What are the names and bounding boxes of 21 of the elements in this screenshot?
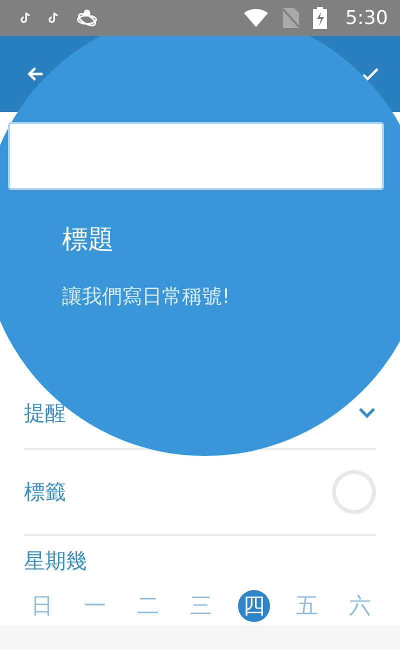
- weekday-toggle[interactable]: 三: [185, 590, 217, 622]
- weekday-toggle[interactable]: 一: [79, 590, 111, 622]
- header-subtitle: 讓我們寫日常稱號!: [62, 283, 232, 310]
- weekday-toggle[interactable]: 五: [291, 590, 323, 622]
- weekday-toggle[interactable]: 日: [26, 590, 58, 622]
- header-title: 標題: [62, 224, 115, 257]
- setting-label: 提醒: [24, 400, 66, 427]
- music-note-icon: [18, 10, 32, 26]
- chevron-down-icon[interactable]: [358, 407, 376, 419]
- status-time: 5:30: [345, 7, 388, 29]
- weekday-toggle[interactable]: 四: [238, 590, 270, 622]
- title-input-field[interactable]: [8, 122, 384, 190]
- setting-label: 標籤: [24, 479, 66, 506]
- battery-charging-icon: [313, 7, 328, 29]
- music-note-icon: [46, 10, 60, 26]
- wifi-icon: [243, 9, 270, 27]
- setting-label: 星期幾: [24, 548, 87, 575]
- weekday-toggle[interactable]: 二: [132, 590, 164, 622]
- atom-icon: [74, 8, 100, 28]
- no-sim-icon: [283, 8, 300, 28]
- weekday-toggle[interactable]: 六: [344, 590, 376, 622]
